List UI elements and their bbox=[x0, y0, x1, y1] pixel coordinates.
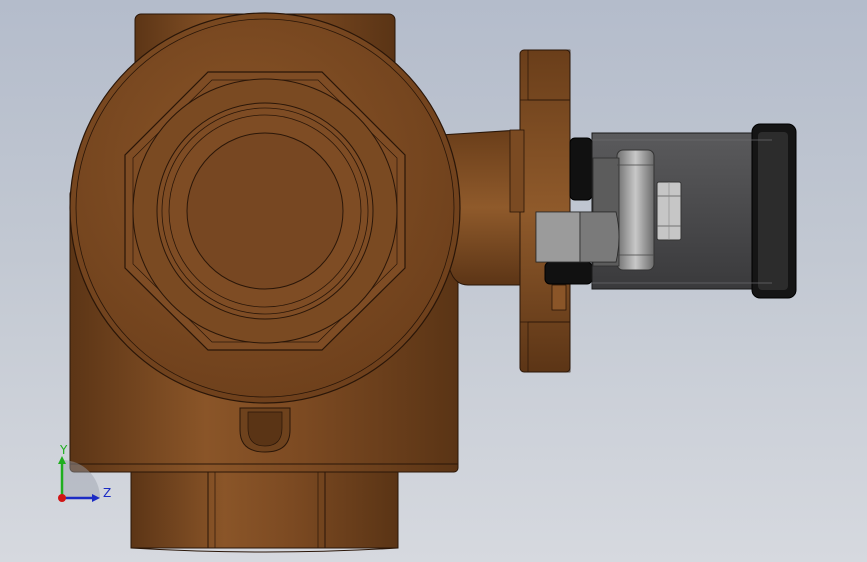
mounting-plate bbox=[509, 49, 571, 373]
x-axis-origin bbox=[58, 494, 66, 502]
y-axis-label: Y bbox=[60, 443, 68, 457]
y-axis-arrow bbox=[58, 456, 66, 464]
valve-stem bbox=[535, 211, 620, 263]
drain-slot bbox=[239, 407, 291, 453]
bottom-hex-connector bbox=[130, 471, 399, 553]
port-opening bbox=[132, 78, 398, 344]
hex-bolt bbox=[656, 181, 682, 241]
z-axis-label: Z bbox=[103, 486, 112, 500]
coordinate-triad: Y Z bbox=[50, 440, 120, 510]
valve-model[interactable] bbox=[0, 0, 867, 562]
triad-plane bbox=[62, 460, 100, 498]
graphics-viewport[interactable]: Y Z bbox=[0, 0, 867, 562]
